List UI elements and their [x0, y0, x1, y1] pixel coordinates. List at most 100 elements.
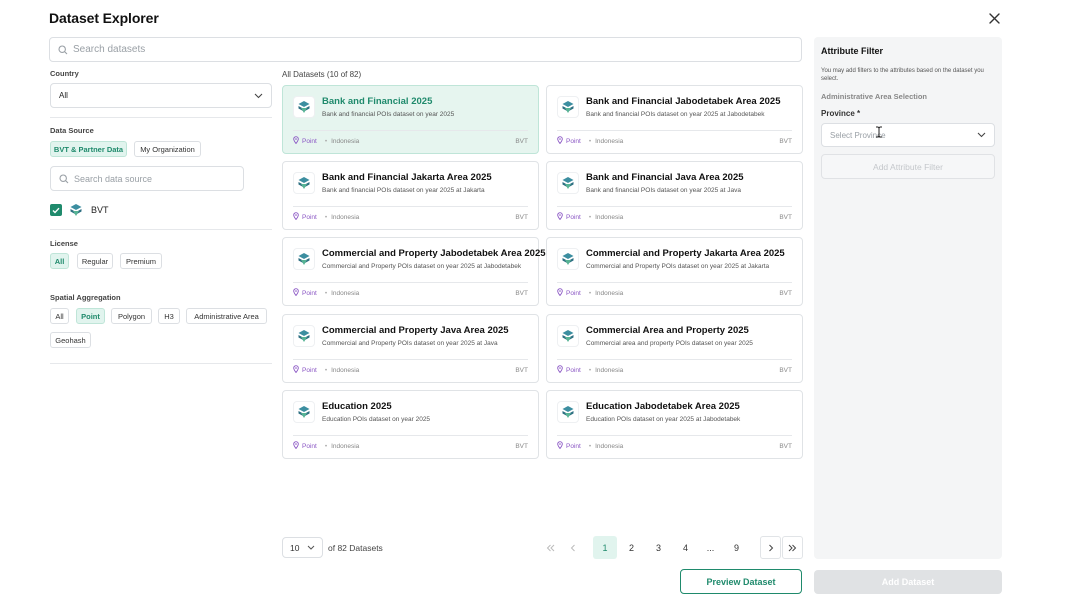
- chip-spatial-point[interactable]: Point: [76, 308, 105, 324]
- page-button-4[interactable]: 4: [675, 536, 696, 559]
- dataset-card[interactable]: Education Jabodetabek Area 2025 Education…: [546, 390, 803, 459]
- dataset-source: BVT: [779, 137, 792, 145]
- dataset-title: Bank and Financial Jakarta Area 2025: [322, 172, 492, 183]
- page-button-3[interactable]: 3: [648, 536, 669, 559]
- dataset-source: BVT: [515, 366, 528, 374]
- divider: [557, 359, 792, 360]
- dataset-source: BVT: [779, 213, 792, 221]
- dataset-source: BVT: [779, 289, 792, 297]
- dataset-card[interactable]: Commercial Area and Property 2025 Commerc…: [546, 314, 803, 383]
- dataset-search-input[interactable]: [73, 44, 779, 55]
- dataset-card[interactable]: Bank and Financial 2025 Bank and financia…: [282, 85, 539, 154]
- dataset-card[interactable]: Commercial and Property Jabodetabek Area…: [282, 237, 546, 306]
- preview-dataset-button[interactable]: Preview Dataset: [680, 569, 802, 594]
- dataset-description: Bank and financial POIs dataset on year …: [586, 187, 742, 194]
- page-size-select[interactable]: 10: [282, 537, 323, 558]
- dataset-title: Commercial and Property Java Area 2025: [322, 325, 509, 336]
- data-source-search[interactable]: [50, 166, 244, 191]
- chip-license-regular[interactable]: Regular: [77, 253, 113, 269]
- dataset-title: Commercial and Property Jakarta Area 202…: [586, 248, 785, 259]
- country-select[interactable]: All: [50, 83, 272, 108]
- dataset-type-label: Point: [566, 137, 581, 145]
- map-pin-icon: [557, 441, 563, 451]
- divider: [293, 282, 528, 283]
- license-label: License: [50, 239, 78, 248]
- dataset-type: Point: [557, 136, 581, 146]
- dataset-card[interactable]: Education 2025 Education POIs dataset on …: [282, 390, 539, 459]
- dataset-card[interactable]: Bank and Financial Jabodetabek Area 2025…: [546, 85, 803, 154]
- divider: [50, 229, 272, 230]
- dataset-type-label: Point: [302, 213, 317, 221]
- data-source-label: Data Source: [50, 126, 94, 135]
- dataset-source: BVT: [515, 442, 528, 450]
- prev-page-button[interactable]: [562, 536, 583, 559]
- dataset-country: Indonesia: [595, 213, 624, 221]
- chip-spatial-geohash[interactable]: Geohash: [50, 332, 91, 348]
- dataset-search[interactable]: [49, 37, 802, 62]
- page-total-label: of 82 Datasets: [328, 543, 383, 553]
- dataset-country: Indonesia: [595, 289, 624, 297]
- map-pin-icon: [557, 365, 563, 375]
- divider: [50, 117, 272, 118]
- page-button-1[interactable]: 1: [593, 536, 617, 559]
- separator-dot: •: [324, 289, 328, 297]
- dataset-meta: Point • Indonesia BVT: [557, 441, 792, 451]
- dataset-title: Education Jabodetabek Area 2025: [586, 401, 740, 412]
- chevron-down-icon: [254, 93, 263, 98]
- last-page-button[interactable]: [782, 536, 803, 559]
- first-page-button[interactable]: [540, 536, 561, 559]
- page-size-value: 10: [290, 542, 300, 553]
- page-button-9[interactable]: 9: [726, 536, 747, 559]
- page-button-2[interactable]: 2: [621, 536, 642, 559]
- divider: [293, 130, 528, 131]
- dataset-type-label: Point: [566, 366, 581, 374]
- map-pin-icon: [293, 441, 299, 451]
- dataset-country: Indonesia: [595, 366, 624, 374]
- dataset-logo-icon: [557, 325, 579, 347]
- dataset-meta: Point • Indonesia BVT: [293, 288, 528, 298]
- attribute-filter-title: Attribute Filter: [821, 46, 883, 56]
- dataset-meta: Point • Indonesia BVT: [557, 288, 792, 298]
- dataset-description: Commercial and Property POIs dataset on …: [586, 263, 770, 270]
- dataset-type: Point: [293, 441, 317, 451]
- map-pin-icon: [557, 288, 563, 298]
- province-select[interactable]: Select Province: [821, 123, 995, 147]
- dataset-country: Indonesia: [331, 137, 360, 145]
- chevron-down-icon: [977, 132, 986, 138]
- dataset-title: Education 2025: [322, 401, 392, 412]
- chip-spatial-h3[interactable]: H3: [158, 308, 180, 324]
- close-button[interactable]: [986, 10, 1002, 26]
- dataset-card[interactable]: Bank and Financial Java Area 2025 Bank an…: [546, 161, 803, 230]
- chip-license-all[interactable]: All: [50, 253, 69, 269]
- add-dataset-button[interactable]: Add Dataset: [814, 570, 1002, 594]
- map-pin-icon: [293, 288, 299, 298]
- bvt-checkbox[interactable]: [50, 204, 62, 216]
- next-page-button[interactable]: [760, 536, 781, 559]
- chip-spatial-administrative-area[interactable]: Administrative Area: [186, 308, 267, 324]
- dataset-card[interactable]: Commercial and Property Java Area 2025 Co…: [282, 314, 539, 383]
- dataset-count-header: All Datasets (10 of 82): [282, 70, 362, 79]
- data-source-search-input[interactable]: [74, 173, 231, 184]
- map-pin-icon: [293, 212, 299, 222]
- chip-spatial-all[interactable]: All: [50, 308, 69, 324]
- chip-my-organization[interactable]: My Organization: [134, 141, 201, 157]
- dataset-card[interactable]: Bank and Financial Jakarta Area 2025 Bank…: [282, 161, 539, 230]
- dataset-type: Point: [557, 288, 581, 298]
- chip-spatial-polygon[interactable]: Polygon: [111, 308, 152, 324]
- chevron-down-icon: [307, 545, 315, 550]
- administrative-area-section-label: Administrative Area Selection: [821, 92, 928, 101]
- map-pin-icon: [557, 212, 563, 222]
- dataset-logo-icon: [293, 172, 315, 194]
- close-icon: [988, 12, 1000, 24]
- check-icon: [52, 207, 60, 214]
- chip-license-premium[interactable]: Premium: [120, 253, 162, 269]
- dataset-type: Point: [293, 288, 317, 298]
- dataset-card[interactable]: Commercial and Property Jakarta Area 202…: [546, 237, 803, 306]
- chip-bvt-partner[interactable]: BVT & Partner Data: [50, 141, 127, 157]
- dataset-title: Bank and Financial Java Area 2025: [586, 172, 744, 183]
- dataset-meta: Point • Indonesia BVT: [557, 136, 792, 146]
- add-attribute-filter-button[interactable]: Add Attribute Filter: [821, 154, 995, 179]
- separator-dot: •: [588, 137, 592, 145]
- dataset-type-label: Point: [302, 289, 317, 297]
- dataset-type: Point: [557, 365, 581, 375]
